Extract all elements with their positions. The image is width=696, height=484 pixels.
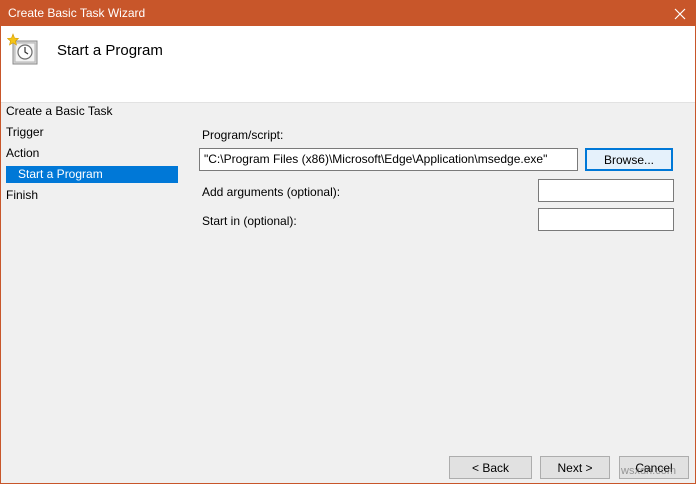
start-in-label: Start in (optional):: [202, 214, 297, 228]
program-script-input[interactable]: "C:\Program Files (x86)\Microsoft\Edge\A…: [199, 148, 578, 171]
task-clock-icon: [7, 33, 38, 65]
wizard-header: Start a Program: [1, 26, 695, 103]
title-bar[interactable]: Create Basic Task Wizard: [1, 1, 695, 26]
page-title: Start a Program: [57, 42, 163, 59]
back-button[interactable]: < Back: [449, 456, 532, 479]
window-title: Create Basic Task Wizard: [8, 6, 146, 20]
next-button[interactable]: Next >: [540, 456, 610, 479]
program-script-label: Program/script:: [202, 128, 284, 142]
step-trigger[interactable]: Trigger: [6, 124, 44, 141]
close-icon: [674, 8, 686, 19]
step-action[interactable]: Action: [6, 145, 39, 162]
start-in-input[interactable]: [538, 208, 674, 231]
arguments-input[interactable]: [538, 179, 674, 202]
browse-button[interactable]: Browse...: [585, 148, 673, 171]
wizard-steps: Create a Basic Task Trigger Action Start…: [1, 103, 181, 463]
wizard-window: Create Basic Task Wizard Start a Program…: [0, 0, 696, 484]
arguments-label: Add arguments (optional):: [202, 185, 341, 199]
step-create-basic-task[interactable]: Create a Basic Task: [6, 103, 113, 120]
step-start-a-program[interactable]: Start a Program: [6, 166, 178, 183]
step-finish[interactable]: Finish: [6, 187, 38, 204]
close-button[interactable]: [665, 1, 695, 26]
watermark: wsxdn.com: [621, 465, 677, 477]
